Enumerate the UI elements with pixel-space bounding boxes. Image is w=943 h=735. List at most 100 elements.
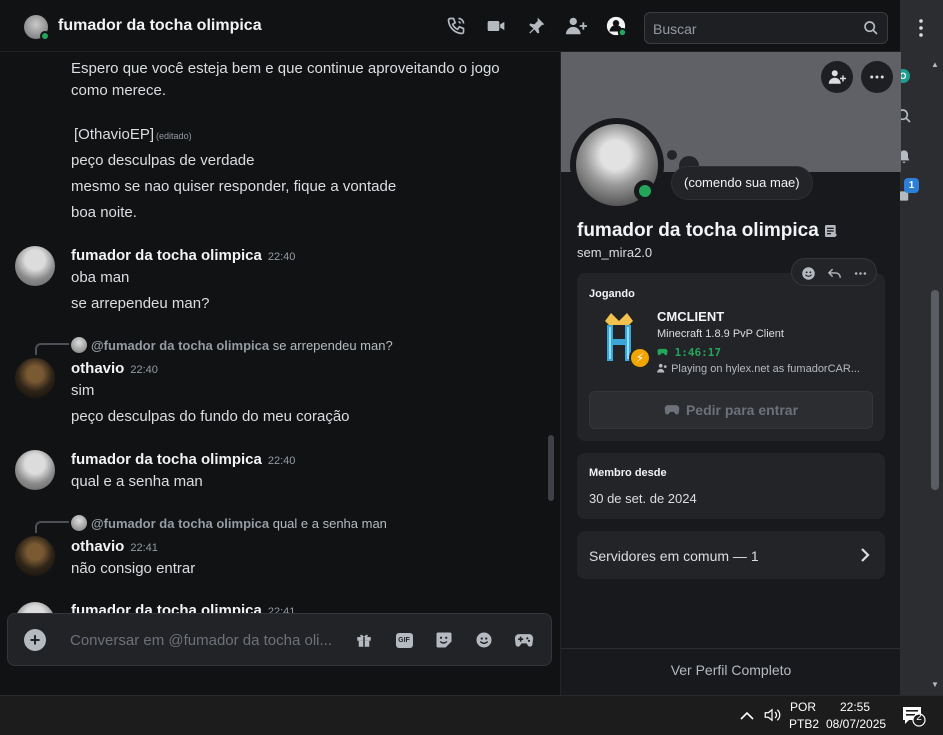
chat-messages: Espero que você esteja bem e que continu… — [0, 52, 560, 695]
online-status-dot — [40, 31, 50, 41]
message-input[interactable] — [70, 629, 340, 651]
ask-to-join-label: Pedir para entrar — [685, 402, 799, 418]
ask-to-join-button[interactable]: Pedir para entrar — [589, 391, 873, 429]
view-full-profile-button[interactable]: Ver Perfil Completo — [561, 648, 901, 690]
search-icon[interactable] — [863, 20, 879, 41]
activity-state-text: Playing on hylex.net as fumadorCAR... — [671, 363, 860, 375]
message-text: peço desculpas de verdade — [71, 152, 255, 169]
reply-text: qual e a senha man — [272, 516, 387, 531]
message-text: peço desculpas do fundo do meu coração — [71, 408, 350, 425]
reply-connector — [35, 521, 69, 533]
message-text-mention: [OthavioEP] — [74, 126, 155, 143]
avatar[interactable] — [15, 358, 55, 398]
status-bubble-dot — [667, 150, 677, 160]
avatar[interactable] — [15, 246, 55, 286]
edited-label: (editado) — [156, 131, 192, 141]
reply-text: se arrependeu man? — [272, 338, 393, 353]
message-text: qual e a senha man — [71, 473, 203, 490]
profile-username: sem_mira2.0 — [577, 245, 653, 260]
message-author[interactable]: othavio 22:41 — [71, 538, 158, 555]
profile-panel: (comendo sua mae) fumador da tocha olimp… — [560, 52, 901, 695]
profile-avatar[interactable] — [570, 118, 664, 212]
message-text: oba man — [71, 269, 130, 286]
activity-name: CMCLIENT — [657, 309, 725, 324]
message-author[interactable]: fumador da tocha olimpica 22:40 — [71, 247, 295, 264]
message-text: se arrependeu man? — [71, 295, 210, 312]
avatar[interactable] — [15, 536, 55, 576]
message-composer: + GIF — [7, 613, 552, 666]
message-text: mesmo se nao quiser responder, fique a v… — [71, 178, 397, 195]
mutual-servers-button[interactable]: Servidores em comum — 1 — [577, 531, 885, 579]
party-icon — [657, 363, 667, 373]
reply-avatar — [71, 337, 87, 353]
pin-icon[interactable] — [524, 14, 548, 38]
controller-icon — [664, 404, 680, 414]
message-timestamp: 22:41 — [130, 542, 158, 554]
reply-preview[interactable]: @fumador da tocha olimpica se arrependeu… — [71, 337, 393, 353]
window-scrollbar[interactable] — [931, 290, 939, 490]
member-since-card: Membro desde 30 de set. de 2024 — [577, 453, 885, 519]
author-name: othavio — [71, 360, 125, 377]
notification-center-icon[interactable]: 2 — [902, 705, 926, 732]
message-timestamp: 22:40 — [130, 364, 158, 376]
message-text: não consigo entrar — [71, 560, 196, 577]
keyboard-layout[interactable]: PTB2 — [789, 717, 819, 731]
notification-badge: 1 — [904, 178, 919, 193]
activity-elapsed: 1:46:17 — [657, 346, 721, 359]
gif-icon[interactable]: GIF — [393, 629, 415, 651]
chevron-up-icon[interactable] — [740, 708, 754, 726]
dm-title[interactable]: fumador da tocha olimpica — [58, 17, 262, 35]
elapsed-time: 1:46:17 — [674, 346, 721, 359]
reply-icon[interactable] — [826, 265, 842, 281]
reply-avatar — [71, 515, 87, 531]
profile-toggle-icon[interactable] — [604, 14, 628, 38]
voice-call-icon[interactable] — [444, 14, 468, 38]
add-friend-icon[interactable] — [564, 14, 588, 38]
activities-icon[interactable] — [513, 629, 535, 651]
message-author[interactable]: othavio 22:40 — [71, 360, 158, 377]
activity-reactions — [791, 258, 877, 286]
sticker-icon[interactable] — [433, 629, 455, 651]
reply-preview[interactable]: @fumador da tocha olimpica qual e a senh… — [71, 515, 387, 531]
message-text: Espero que você esteja bem e que continu… — [71, 60, 500, 77]
reply-author: @fumador da tocha olimpica — [91, 516, 270, 531]
scroll-down-arrow[interactable]: ▼ — [931, 680, 939, 689]
message-timestamp: 22:40 — [267, 251, 296, 263]
message-author[interactable]: fumador da tocha olimpica 22:40 — [71, 451, 295, 468]
activity-state: Playing on hylex.net as fumadorCAR... — [657, 363, 869, 375]
emoji-react-icon[interactable] — [800, 265, 816, 281]
notification-count: 2 — [916, 712, 922, 723]
more-options-icon[interactable] — [852, 265, 868, 281]
message-text: boa noite. — [71, 204, 137, 221]
dm-user-avatar[interactable] — [24, 15, 50, 41]
online-status-dot — [634, 180, 656, 202]
emoji-icon[interactable] — [473, 629, 495, 651]
upload-plus-icon[interactable]: + — [24, 629, 46, 651]
message-timestamp: 22:40 — [267, 455, 296, 467]
gif-label: GIF — [395, 632, 413, 648]
controller-icon — [657, 348, 668, 356]
more-options-button[interactable] — [861, 61, 893, 93]
volume-icon[interactable] — [763, 707, 781, 728]
clock-time[interactable]: 22:55 — [840, 700, 870, 714]
input-language[interactable]: POR — [790, 700, 816, 714]
search-box[interactable] — [644, 12, 888, 44]
chat-scrollbar[interactable] — [548, 435, 554, 501]
activity-card: Jogando ⚡ CMCLIENT Minecraft 1.8.9 PvP C… — [577, 273, 885, 441]
gift-icon[interactable] — [353, 629, 375, 651]
scroll-up-arrow[interactable]: ▲ — [931, 60, 939, 69]
author-name: othavio — [71, 538, 125, 555]
more-vertical-icon[interactable] — [900, 0, 943, 52]
search-input[interactable] — [653, 19, 853, 39]
game-badge-icon: ⚡ — [629, 347, 651, 369]
note-icon[interactable] — [823, 223, 839, 244]
avatar[interactable] — [15, 450, 55, 490]
activity-label: Jogando — [589, 288, 635, 300]
author-name: fumador da tocha olimpica — [71, 247, 262, 264]
add-friend-button[interactable] — [821, 61, 853, 93]
message-text: como merece. — [71, 82, 167, 99]
clock-date[interactable]: 08/07/2025 — [826, 717, 886, 731]
reply-author: @fumador da tocha olimpica — [91, 338, 270, 353]
profile-display-name: fumador da tocha olimpica — [577, 220, 819, 241]
video-call-icon[interactable] — [484, 14, 508, 38]
